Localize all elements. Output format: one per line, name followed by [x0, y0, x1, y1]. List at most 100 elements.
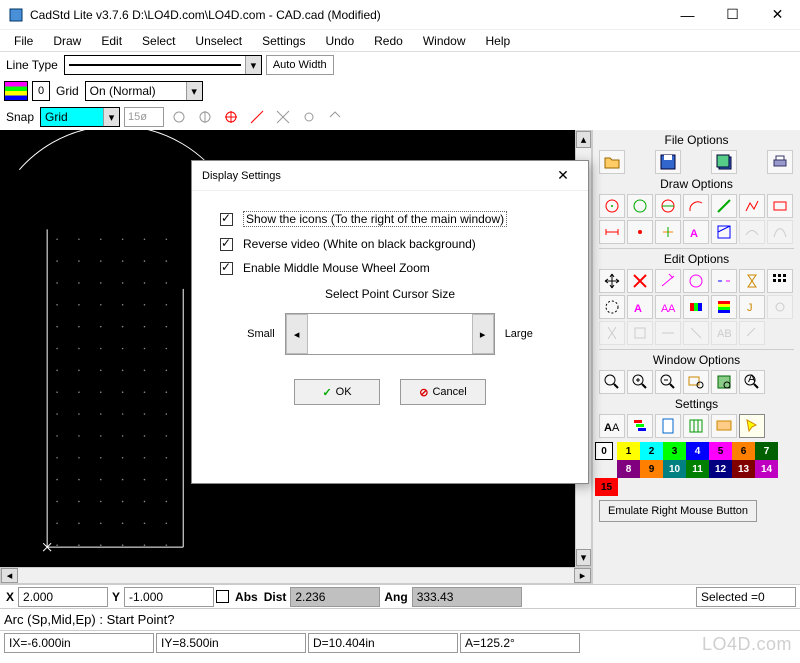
cursor-size-slider[interactable]: ◂ ▸: [285, 313, 495, 355]
color-icon[interactable]: [683, 295, 709, 319]
snap-tool-1[interactable]: [168, 106, 190, 128]
zoom-icon[interactable]: [599, 370, 625, 394]
break-icon[interactable]: [711, 269, 737, 293]
chevron-down-icon[interactable]: ▾: [245, 56, 261, 74]
slider-right-icon[interactable]: ▸: [472, 314, 494, 354]
edit-text-icon[interactable]: A: [627, 295, 653, 319]
cursor-icon[interactable]: [739, 414, 765, 438]
zoom-out-icon[interactable]: [655, 370, 681, 394]
menu-unselect[interactable]: Unselect: [185, 32, 252, 50]
auto-width-button[interactable]: Auto Width: [266, 55, 334, 75]
scroll-left-icon[interactable]: ◂: [1, 568, 18, 583]
draw-text-icon[interactable]: A: [683, 220, 709, 244]
mouse-wheel-zoom-option[interactable]: Enable Middle Mouse Wheel Zoom: [220, 261, 568, 275]
draw-dim-icon[interactable]: [599, 220, 625, 244]
layer-number[interactable]: 0: [32, 81, 50, 101]
palette-0[interactable]: 0: [595, 442, 613, 460]
chevron-down-icon[interactable]: ▾: [186, 82, 202, 100]
color-indicator[interactable]: [4, 81, 28, 101]
snap-tool-3[interactable]: [220, 106, 242, 128]
snap-tool-5[interactable]: [272, 106, 294, 128]
draw-circle-icon[interactable]: [599, 194, 625, 218]
checkbox-icon[interactable]: [220, 238, 233, 251]
palette-5[interactable]: 5: [709, 442, 732, 460]
zoom-all-icon[interactable]: A: [739, 370, 765, 394]
minimize-button[interactable]: —: [665, 0, 710, 30]
rainbow-icon[interactable]: [711, 295, 737, 319]
edit-text2-icon[interactable]: AA: [655, 295, 681, 319]
palette-13[interactable]: 13: [732, 460, 755, 478]
menu-settings[interactable]: Settings: [252, 32, 315, 50]
palette-2[interactable]: 2: [640, 442, 663, 460]
palette-9[interactable]: 9: [640, 460, 663, 478]
checkbox-icon[interactable]: [220, 213, 233, 226]
draw-cross-icon[interactable]: [655, 220, 681, 244]
menu-edit[interactable]: Edit: [91, 32, 132, 50]
abs-checkbox[interactable]: [216, 590, 229, 603]
emulate-right-mouse-button[interactable]: Emulate Right Mouse Button: [599, 500, 757, 522]
zoom-window-icon[interactable]: [683, 370, 709, 394]
font-icon[interactable]: AA: [599, 414, 625, 438]
draw-point-icon[interactable]: [627, 220, 653, 244]
palette-6[interactable]: 6: [732, 442, 755, 460]
move-icon[interactable]: [599, 269, 625, 293]
zoom-in-icon[interactable]: [627, 370, 653, 394]
palette-12[interactable]: 12: [709, 460, 732, 478]
show-icons-option[interactable]: Show the icons (To the right of the main…: [220, 211, 568, 227]
menu-file[interactable]: File: [4, 32, 43, 50]
save-all-icon[interactable]: [711, 150, 737, 174]
menu-select[interactable]: Select: [132, 32, 185, 50]
draw-rect-icon[interactable]: [767, 194, 793, 218]
snap-tool-7[interactable]: [324, 106, 346, 128]
checkbox-icon[interactable]: [220, 262, 233, 275]
hourglass-icon[interactable]: [739, 269, 765, 293]
close-button[interactable]: ✕: [755, 0, 800, 30]
grid-select[interactable]: On (Normal) ▾: [85, 81, 203, 101]
draw-polyline-icon[interactable]: [739, 194, 765, 218]
palette-14[interactable]: 14: [755, 460, 778, 478]
palette-4[interactable]: 4: [686, 442, 709, 460]
doc-icon[interactable]: [655, 414, 681, 438]
line-type-select[interactable]: ▾: [64, 55, 262, 75]
open-icon[interactable]: [599, 150, 625, 174]
slider-left-icon[interactable]: ◂: [286, 314, 308, 354]
scroll-up-icon[interactable]: ▴: [576, 131, 591, 148]
snap-tool-6[interactable]: [298, 106, 320, 128]
palette-15[interactable]: 15: [595, 478, 618, 496]
zoom-extents-icon[interactable]: [711, 370, 737, 394]
draw-arc-icon[interactable]: [683, 194, 709, 218]
array-icon[interactable]: [767, 269, 793, 293]
palette-7[interactable]: 7: [755, 442, 778, 460]
layers-icon[interactable]: [627, 414, 653, 438]
palette-10[interactable]: 10: [663, 460, 686, 478]
print-icon[interactable]: [767, 150, 793, 174]
delete-icon[interactable]: [627, 269, 653, 293]
reverse-video-option[interactable]: Reverse video (White on black background…: [220, 237, 568, 251]
ok-button[interactable]: ✓ OK: [294, 379, 380, 405]
draw-line-icon[interactable]: [711, 194, 737, 218]
trim-icon[interactable]: [655, 269, 681, 293]
horizontal-scrollbar[interactable]: ◂ ▸: [0, 567, 592, 584]
y-value[interactable]: -1.000: [124, 587, 214, 607]
grid-icon[interactable]: [683, 414, 709, 438]
palette-8[interactable]: 8: [617, 460, 640, 478]
draw-circle2-icon[interactable]: [627, 194, 653, 218]
join-icon[interactable]: J: [739, 295, 765, 319]
palette-11[interactable]: 11: [686, 460, 709, 478]
menu-window[interactable]: Window: [413, 32, 476, 50]
save-icon[interactable]: [655, 150, 681, 174]
palette-3[interactable]: 3: [663, 442, 686, 460]
snap-size[interactable]: 15ø: [124, 107, 164, 127]
dialog-close-button[interactable]: ✕: [548, 161, 578, 191]
chevron-down-icon[interactable]: ▾: [103, 108, 119, 126]
snap-select[interactable]: Grid ▾: [40, 107, 120, 127]
rotate-icon[interactable]: [599, 295, 625, 319]
x-value[interactable]: 2.000: [18, 587, 108, 607]
menu-help[interactable]: Help: [476, 32, 521, 50]
scroll-right-icon[interactable]: ▸: [574, 568, 591, 583]
display-icon[interactable]: [711, 414, 737, 438]
maximize-button[interactable]: ☐: [710, 0, 755, 30]
snap-tool-4[interactable]: [246, 106, 268, 128]
cancel-button[interactable]: ⊘ Cancel: [400, 379, 486, 405]
menu-undo[interactable]: Undo: [315, 32, 364, 50]
